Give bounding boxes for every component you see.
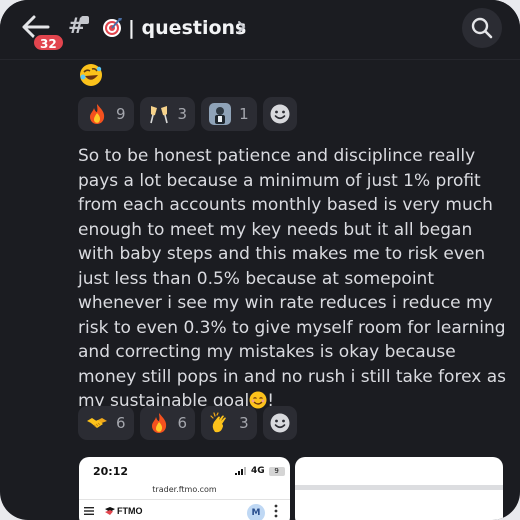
reaction-count: 3 bbox=[239, 414, 249, 432]
channel-header: 32 # | questions bbox=[0, 0, 520, 60]
menu-icon bbox=[84, 507, 94, 515]
status-indicators: 4G 9 bbox=[235, 466, 285, 476]
reaction-clapping-hands[interactable]: 3 bbox=[201, 406, 257, 440]
reaction-clinking-glasses[interactable]: 3 bbox=[139, 97, 196, 131]
reaction-fire[interactable]: 6 bbox=[139, 406, 196, 440]
unread-count-badge: 32 bbox=[32, 33, 65, 52]
add-reaction-button[interactable] bbox=[262, 406, 297, 440]
app-frame: 32 # | questions 9 3 1 So to be honest p… bbox=[0, 0, 520, 520]
reaction-bar: 9 3 1 bbox=[78, 97, 297, 131]
fire-icon bbox=[151, 413, 166, 433]
more-vertical-icon bbox=[274, 504, 278, 518]
url-text: trader.ftmo.com bbox=[152, 485, 217, 494]
signal-icon bbox=[235, 467, 246, 475]
battery-level: 9 bbox=[268, 466, 285, 476]
clinking-glasses-icon bbox=[149, 106, 168, 124]
lock-icon bbox=[81, 16, 89, 24]
reaction-fire[interactable]: 9 bbox=[78, 97, 134, 131]
message-body: So to be honest patience and disciplince… bbox=[78, 146, 506, 411]
rolling-laughing-emoji-icon bbox=[78, 62, 104, 88]
reaction-handshake[interactable]: 6 bbox=[78, 406, 134, 440]
custom-avatar-emoji-icon bbox=[209, 103, 232, 125]
smiley-plus-icon bbox=[270, 104, 290, 124]
reaction-count: 1 bbox=[239, 105, 249, 123]
divider bbox=[295, 485, 503, 490]
reaction-custom-avatar[interactable]: 1 bbox=[201, 97, 257, 131]
reaction-bar: 6 6 3 bbox=[78, 406, 297, 440]
reaction-count: 6 bbox=[177, 414, 188, 432]
chevron-right-icon[interactable] bbox=[237, 19, 247, 35]
add-reaction-button[interactable] bbox=[262, 97, 297, 131]
reaction-count: 6 bbox=[116, 414, 126, 432]
search-icon bbox=[471, 17, 493, 39]
reaction-count: 9 bbox=[116, 105, 126, 123]
avatar: M bbox=[247, 504, 265, 520]
channel-name[interactable]: | questions bbox=[128, 16, 246, 40]
status-time: 20:12 bbox=[93, 465, 129, 478]
search-button[interactable] bbox=[462, 8, 502, 48]
fire-icon bbox=[90, 104, 105, 124]
divider bbox=[79, 499, 290, 500]
message-text: So to be honest patience and disciplince… bbox=[78, 144, 510, 414]
image-attachment[interactable] bbox=[295, 457, 503, 520]
ftmo-mark-icon bbox=[105, 507, 115, 515]
handshake-icon bbox=[87, 418, 107, 428]
clapping-hands-icon bbox=[210, 412, 227, 433]
network-type: 4G bbox=[251, 466, 265, 476]
image-attachment[interactable]: 20:12 4G 9 trader.ftmo.com FTMO M bbox=[79, 457, 290, 520]
ftmo-logo: FTMO bbox=[105, 505, 149, 519]
ftmo-wordmark: FTMO bbox=[117, 506, 143, 516]
direct-hit-emoji-icon bbox=[101, 16, 123, 38]
reaction-count: 3 bbox=[177, 105, 188, 123]
smiley-plus-icon bbox=[270, 413, 290, 433]
channel-hash-icon: # bbox=[68, 15, 89, 37]
